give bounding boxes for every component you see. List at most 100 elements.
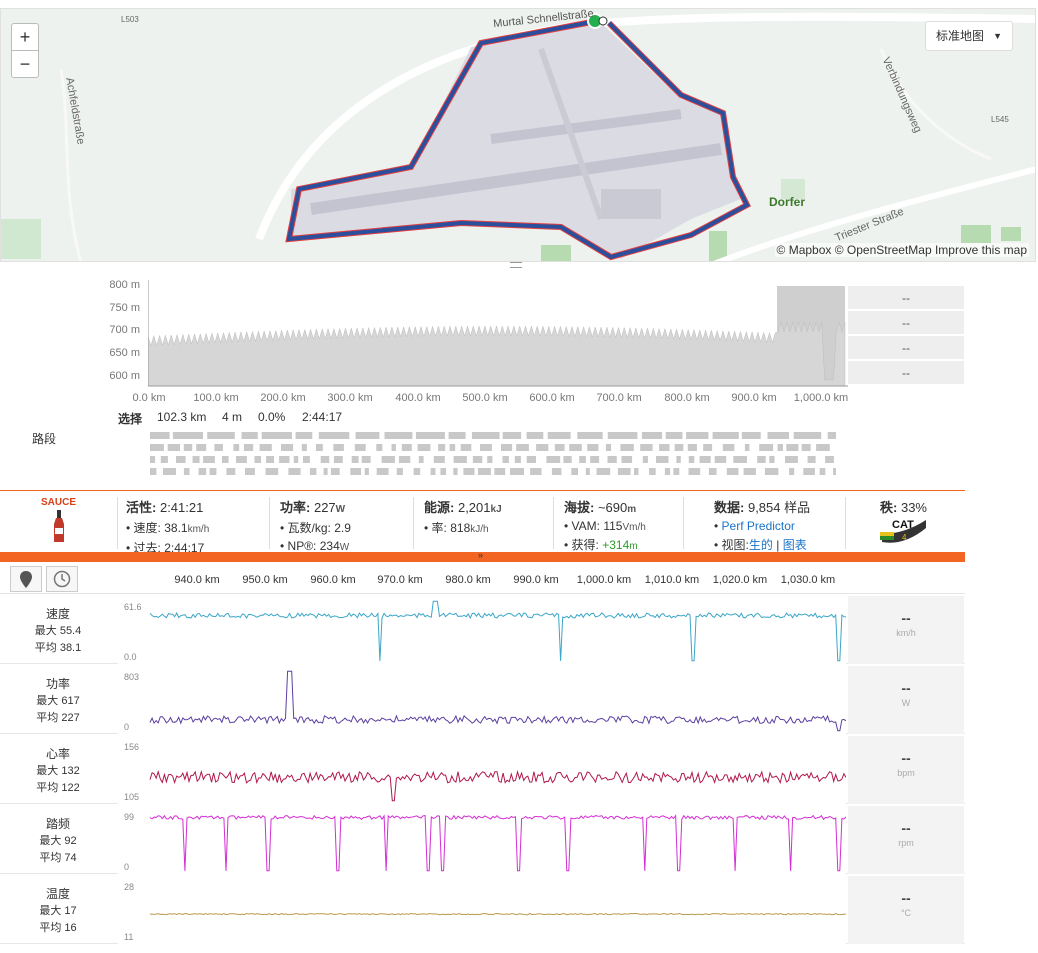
segment-bar[interactable] (587, 444, 599, 451)
segment-bar[interactable] (236, 456, 247, 463)
segment-bar[interactable] (430, 468, 436, 475)
segment-bar[interactable] (198, 468, 207, 475)
segment-bar[interactable] (620, 444, 634, 451)
segment-bar[interactable] (816, 444, 830, 451)
segment-bar[interactable] (245, 468, 255, 475)
segment-bar[interactable] (172, 432, 203, 439)
segment-bar[interactable] (460, 444, 472, 451)
zoom-in-button[interactable]: + (11, 23, 39, 51)
segment-bar[interactable] (214, 444, 223, 451)
segment-bar[interactable] (150, 444, 164, 451)
segment-bar[interactable] (502, 432, 522, 439)
segment-bar[interactable] (281, 444, 294, 451)
segment-bar[interactable] (546, 456, 561, 463)
segment-bar[interactable] (605, 444, 612, 451)
segment-bar[interactable] (688, 456, 695, 463)
segment-bar[interactable] (741, 432, 761, 439)
segment-bar[interactable] (793, 432, 822, 439)
segment-bar[interactable] (381, 456, 395, 463)
perf-predictor-link[interactable]: Perf Predictor (722, 519, 795, 533)
segment-bar[interactable] (355, 432, 380, 439)
segment-bar[interactable] (350, 468, 362, 475)
segment-bar[interactable] (514, 456, 521, 463)
segment-bar[interactable] (656, 456, 669, 463)
segment-bar[interactable] (563, 456, 572, 463)
segment-bar[interactable] (554, 444, 565, 451)
segment-bar[interactable] (295, 432, 313, 439)
segment-bar[interactable] (150, 432, 170, 439)
segment-bar[interactable] (726, 468, 739, 475)
segment-bar[interactable] (333, 456, 343, 463)
segment-bar[interactable] (526, 456, 536, 463)
segment-bar[interactable] (673, 468, 680, 475)
segment-bar[interactable] (463, 468, 475, 475)
rank-stat[interactable]: 秩: 33% CAT 4 (850, 497, 964, 549)
segment-bar[interactable] (438, 444, 446, 451)
elevation-chart[interactable] (148, 280, 848, 388)
route-map[interactable]: Murtal Schnellstraße Achfeldstraße Verbi… (0, 8, 1036, 262)
segment-bar[interactable] (712, 432, 739, 439)
segment-bar[interactable] (266, 456, 274, 463)
segment-bar[interactable] (640, 444, 653, 451)
segment-bar[interactable] (833, 468, 836, 475)
segment-bar[interactable] (415, 432, 445, 439)
segment-bar[interactable] (241, 432, 258, 439)
segment-bar[interactable] (320, 456, 330, 463)
segment-bar[interactable] (418, 456, 424, 463)
segment-bar[interactable] (471, 432, 500, 439)
segment-bar[interactable] (674, 444, 684, 451)
segment-bar[interactable] (530, 468, 542, 475)
segment-bar[interactable] (665, 432, 683, 439)
metric-chart[interactable] (118, 806, 847, 874)
segment-bar[interactable] (361, 456, 371, 463)
segment-bar[interactable] (743, 468, 756, 475)
segment-bar[interactable] (801, 444, 811, 451)
segment-bar[interactable] (634, 468, 639, 475)
segment-bar[interactable] (376, 468, 389, 475)
segment-bar[interactable] (453, 456, 467, 463)
segment-bar[interactable] (819, 468, 826, 475)
segment-bar[interactable] (676, 456, 681, 463)
segment-bar[interactable] (333, 444, 344, 451)
segment-bar[interactable] (209, 468, 217, 475)
segment-bar[interactable] (384, 432, 413, 439)
segment-bar[interactable] (764, 468, 779, 475)
segment-bar[interactable] (480, 444, 492, 451)
zoom-out-button[interactable]: − (11, 50, 39, 78)
segment-bar[interactable] (607, 456, 617, 463)
segment-bar[interactable] (536, 444, 549, 451)
segment-bar[interactable] (453, 468, 458, 475)
segment-bar[interactable] (494, 468, 506, 475)
segment-bar[interactable] (579, 456, 586, 463)
segment-bar[interactable] (744, 444, 750, 451)
segment-bar[interactable] (686, 432, 709, 439)
segment-bar[interactable] (440, 468, 447, 475)
segment-bar[interactable] (510, 468, 524, 475)
segment-bar[interactable] (641, 432, 663, 439)
segment-bar[interactable] (767, 432, 790, 439)
segment-bar[interactable] (785, 456, 798, 463)
segment-bar[interactable] (226, 468, 236, 475)
segment-bar[interactable] (590, 456, 600, 463)
segment-bar[interactable] (571, 468, 578, 475)
segment-bar[interactable] (664, 468, 671, 475)
view-chart-link[interactable]: 图表 (783, 538, 807, 552)
segment-bar[interactable] (449, 444, 456, 451)
segment-bar[interactable] (569, 444, 582, 451)
time-toggle[interactable] (46, 566, 78, 592)
segment-bar[interactable] (659, 444, 670, 451)
segment-bar[interactable] (309, 468, 317, 475)
metric-chart[interactable] (118, 666, 847, 734)
segment-bar[interactable] (259, 444, 272, 451)
map-attribution[interactable]: © Mapbox © OpenStreetMap Improve this ma… (774, 243, 1029, 257)
segment-bar[interactable] (687, 444, 697, 451)
segment-bar[interactable] (722, 444, 735, 451)
segment-bar[interactable] (399, 456, 411, 463)
segment-bar[interactable] (448, 432, 466, 439)
segment-bar[interactable] (391, 444, 396, 451)
collapse-bar[interactable]: » (0, 550, 965, 562)
segment-bar[interactable] (733, 456, 747, 463)
segment-bar[interactable] (183, 468, 190, 475)
segment-bar[interactable] (354, 444, 366, 451)
segment-bar[interactable] (315, 444, 323, 451)
